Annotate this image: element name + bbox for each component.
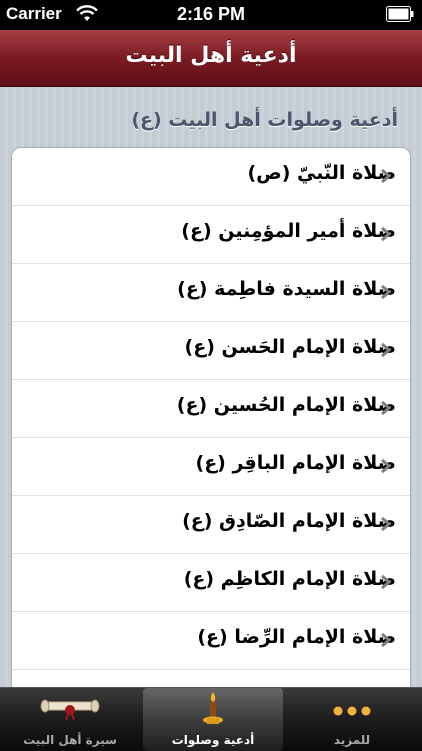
chevron-right-icon xyxy=(380,168,392,184)
chevron-right-icon xyxy=(380,342,392,358)
list-item-label: صلاة السيدة فاطِمة (ع) xyxy=(177,278,396,300)
list-item-prophet[interactable]: صلاة النّبيّ (ص) xyxy=(12,148,410,206)
list-item-hasan[interactable]: صلاة الإمام الحَسن (ع) xyxy=(12,322,410,380)
battery-icon xyxy=(386,6,414,27)
list-item-label: صلاة الإمام الرِّضا (ع) xyxy=(197,626,396,648)
section-header: أدعية وصلوات أهل البيت (ع) xyxy=(131,109,398,131)
more-dots-icon xyxy=(332,702,372,721)
list-item-baqir[interactable]: صلاة الإمام الباقِر (ع) xyxy=(12,438,410,496)
page-title: أدعية أهل البيت xyxy=(125,43,297,68)
chevron-right-icon xyxy=(380,574,392,590)
list-item-label: صلاة أمير المؤمِنين (ع) xyxy=(181,220,396,242)
list-item-partial[interactable] xyxy=(12,670,410,687)
list-item-label: صلاة الإمام الصّادِق (ع) xyxy=(182,510,396,532)
tab-label: أدعية وصلوات xyxy=(171,733,255,747)
clock: 2:16 PM xyxy=(176,4,246,24)
chevron-right-icon xyxy=(380,516,392,532)
list-item-husayn[interactable]: صلاة الإمام الحُسين (ع) xyxy=(12,380,410,438)
chevron-right-icon xyxy=(380,632,392,648)
tab-label: للمزيد xyxy=(333,733,371,747)
list-item-kazim[interactable]: صلاة الإمام الكاظِم (ع) xyxy=(12,554,410,612)
chevron-right-icon xyxy=(380,284,392,300)
navigation-bar: أدعية أهل البيت xyxy=(0,30,422,87)
chevron-right-icon xyxy=(380,226,392,242)
list-item-label: صلاة الإمام الحَسن (ع) xyxy=(184,336,396,358)
tab-bar: سيرة أهل البيت أدعية وصلوات للمزيد xyxy=(0,687,422,751)
scroll-icon xyxy=(38,694,102,724)
tab-prayers[interactable]: أدعية وصلوات xyxy=(143,688,283,751)
list-item-amir-al-muminin[interactable]: صلاة أمير المؤمِنين (ع) xyxy=(12,206,410,264)
tab-label: سيرة أهل البيت xyxy=(23,733,117,747)
list-item-label: صلاة الإمام الباقِر (ع) xyxy=(195,452,396,474)
list-item-rida[interactable]: صلاة الإمام الرِّضا (ع) xyxy=(12,612,410,670)
chevron-right-icon xyxy=(380,458,392,474)
candle-icon xyxy=(201,690,225,732)
chevron-right-icon xyxy=(380,400,392,416)
list-item-sadiq[interactable]: صلاة الإمام الصّادِق (ع) xyxy=(12,496,410,554)
list-item-label: صلاة النّبيّ (ص) xyxy=(247,162,396,184)
list-item-fatima[interactable]: صلاة السيدة فاطِمة (ع) xyxy=(12,264,410,322)
status-bar: Carrier 2:16 PM xyxy=(0,0,422,30)
prayer-list: صلاة النّبيّ (ص) صلاة أمير المؤمِنين (ع)… xyxy=(11,147,411,687)
tab-more[interactable]: للمزيد xyxy=(282,688,422,751)
list-item-label: صلاة الإمام الكاظِم (ع) xyxy=(183,568,396,590)
list-item-label: صلاة الإمام الحُسين (ع) xyxy=(176,394,396,416)
content-area[interactable]: أدعية وصلوات أهل البيت (ع) صلاة النّبيّ … xyxy=(0,87,422,687)
tab-ahl-al-bayt-biography[interactable]: سيرة أهل البيت xyxy=(0,688,140,751)
